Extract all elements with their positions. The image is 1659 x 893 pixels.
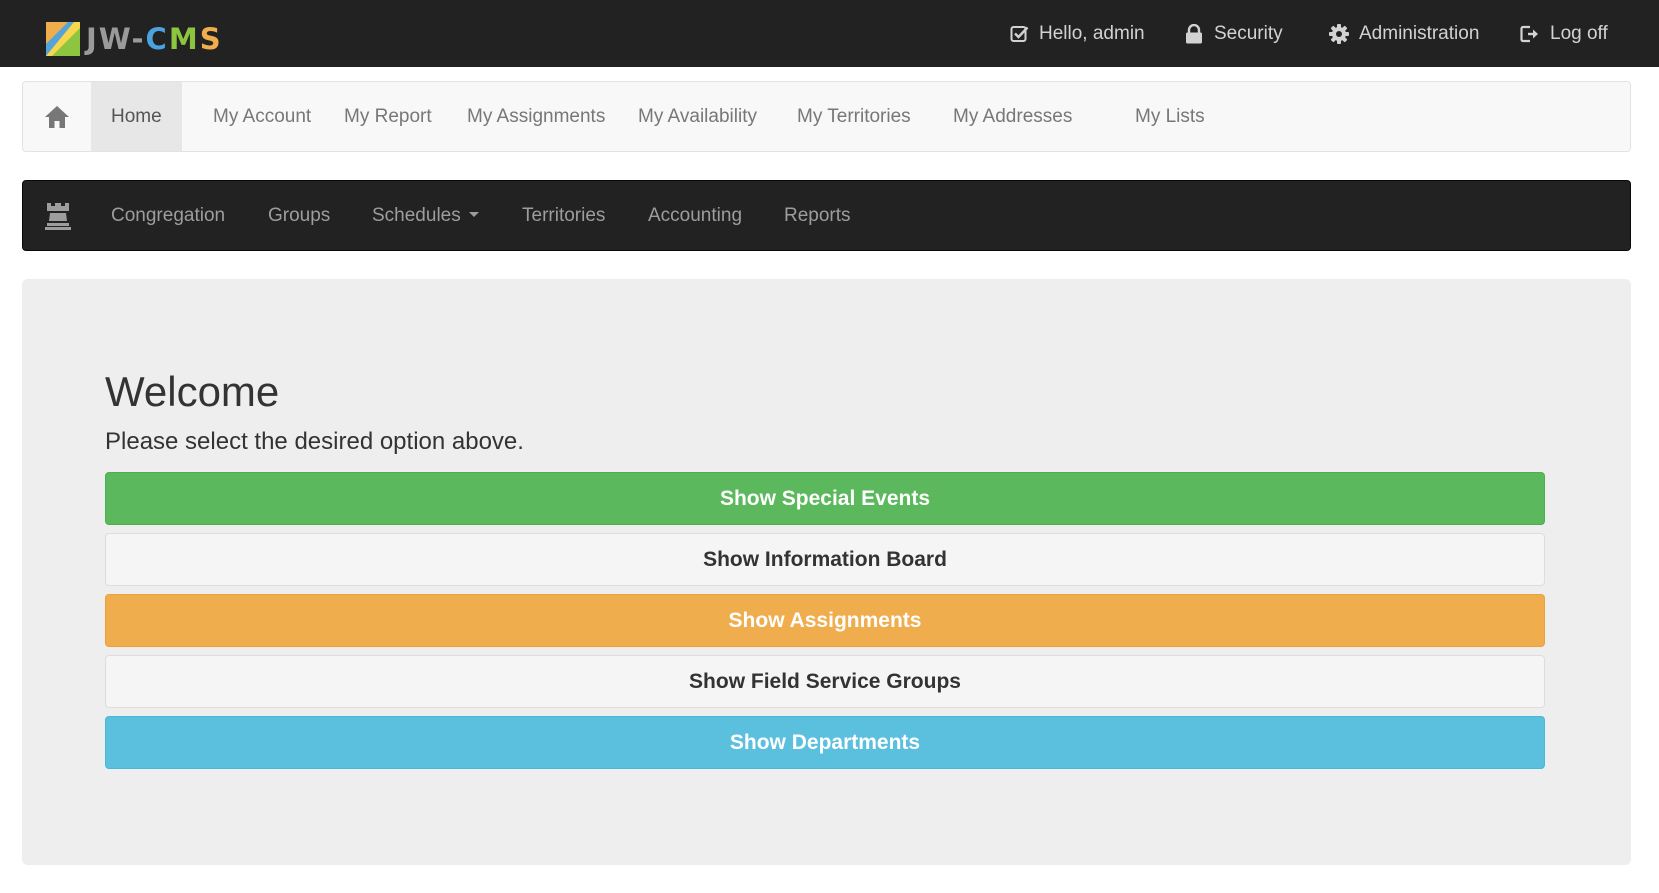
hello-user-link[interactable]: Hello, admin <box>1009 0 1145 67</box>
admin-nav-congregation[interactable]: Congregation <box>111 181 225 250</box>
nav-my-addresses[interactable]: My Addresses <box>933 82 1092 151</box>
tower-icon[interactable] <box>45 201 71 231</box>
security-label: Security <box>1214 22 1283 44</box>
hello-user-label: Hello, admin <box>1039 22 1145 44</box>
caret-down-icon <box>468 211 479 217</box>
nav-my-assignments[interactable]: My Assignments <box>447 82 625 151</box>
brand-name: JW-CMS <box>86 22 223 56</box>
user-navbar: Home My Account My Report My Assignments… <box>22 81 1631 152</box>
show-field-service-groups-button[interactable]: Show Field Service Groups <box>105 655 1545 708</box>
logo-mark-icon <box>46 22 80 56</box>
show-assignments-button[interactable]: Show Assignments <box>105 594 1545 647</box>
page-title: Welcome <box>105 368 280 415</box>
admin-nav-schedules[interactable]: Schedules <box>372 181 479 250</box>
administration-link[interactable]: Administration <box>1329 0 1479 67</box>
security-link[interactable]: Security <box>1184 0 1283 67</box>
nav-my-lists[interactable]: My Lists <box>1115 82 1225 151</box>
administration-label: Administration <box>1359 22 1480 44</box>
show-departments-button[interactable]: Show Departments <box>105 716 1545 769</box>
brand-logo[interactable]: JW-CMS <box>46 22 223 56</box>
top-navbar: JW-CMS Hello, admin Security Administrat… <box>0 0 1659 67</box>
admin-nav-groups[interactable]: Groups <box>268 181 330 250</box>
lock-icon <box>1184 23 1204 44</box>
admin-navbar: Congregation Groups Schedules Territorie… <box>22 180 1631 251</box>
home-icon[interactable] <box>43 103 71 131</box>
gear-icon <box>1329 23 1349 44</box>
nav-my-availability[interactable]: My Availability <box>618 82 777 151</box>
show-information-board-button[interactable]: Show Information Board <box>105 533 1545 586</box>
admin-nav-accounting[interactable]: Accounting <box>648 181 742 250</box>
schedules-label: Schedules <box>372 205 461 226</box>
show-special-events-button[interactable]: Show Special Events <box>105 472 1545 525</box>
nav-home[interactable]: Home <box>91 82 182 151</box>
admin-nav-reports[interactable]: Reports <box>784 181 851 250</box>
admin-nav-territories[interactable]: Territories <box>522 181 605 250</box>
nav-my-territories[interactable]: My Territories <box>777 82 931 151</box>
nav-my-report[interactable]: My Report <box>324 82 452 151</box>
log-off-label: Log off <box>1550 22 1608 44</box>
page-subtitle: Please select the desired option above. <box>105 428 524 455</box>
check-square-icon <box>1009 24 1029 44</box>
log-off-link[interactable]: Log off <box>1520 0 1608 67</box>
logout-icon <box>1520 24 1540 44</box>
nav-my-account[interactable]: My Account <box>193 82 331 151</box>
